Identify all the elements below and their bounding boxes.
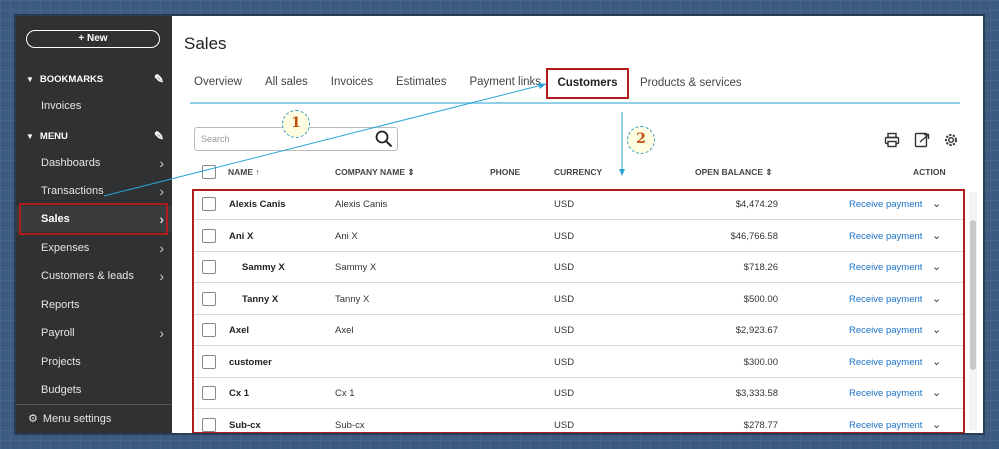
chevron-right-icon: › (159, 155, 164, 171)
pencil-icon[interactable]: ✎ (154, 72, 164, 86)
col-company-name[interactable]: COMPANY NAME ⇕ (335, 167, 415, 178)
sidebar-item-label: Transactions (41, 185, 104, 197)
menu-label: MENU (39, 130, 68, 142)
pencil-icon[interactable]: ✎ (154, 129, 164, 143)
step-2-badge: 2 (627, 126, 655, 154)
sidebar-item-transactions[interactable]: Transactions › (16, 178, 172, 204)
bookmarks-label: BOOKMARKS (39, 73, 104, 85)
sidebar-item-customers-leads[interactable]: Customers & leads › (16, 263, 172, 289)
sidebar-item-invoices[interactable]: Invoices (16, 93, 172, 119)
sidebar-item-payroll[interactable]: Payroll › (16, 320, 172, 346)
sidebar-item-label: Reports (41, 299, 80, 311)
step-1-badge: 1 (282, 110, 310, 138)
sidebar: + New ▼ BOOKMARKS ✎ Invoices ▼ MENU ✎ Da… (16, 16, 172, 433)
app-window: + New ▼ BOOKMARKS ✎ Invoices ▼ MENU ✎ Da… (14, 14, 985, 435)
tab-invoices[interactable]: Invoices (331, 76, 373, 88)
divider (16, 404, 172, 405)
menu-section[interactable]: ▼ MENU ✎ (26, 129, 164, 143)
col-phone: PHONE (490, 167, 521, 177)
select-all-checkbox[interactable] (202, 165, 216, 179)
sidebar-item-dashboards[interactable]: Dashboards › (16, 150, 172, 176)
tab-customers[interactable]: Customers (546, 68, 629, 99)
chevron-right-icon: › (159, 268, 164, 284)
tab-overview[interactable]: Overview (194, 76, 242, 88)
tab-products-services[interactable]: Products & services (640, 77, 742, 89)
scrollbar-thumb[interactable] (970, 220, 976, 370)
bookmarks-section[interactable]: ▼ BOOKMARKS ✎ (26, 72, 164, 86)
tab-payment-links[interactable]: Payment links (469, 76, 541, 88)
sidebar-item-expenses[interactable]: Expenses › (16, 235, 172, 261)
col-open-balance[interactable]: OPEN BALANCE ⇕ (695, 167, 773, 178)
search-icon[interactable] (375, 130, 393, 148)
page-title: Sales (184, 34, 227, 53)
chevron-right-icon: › (159, 325, 164, 341)
sidebar-item-budgets[interactable]: Budgets (16, 377, 172, 403)
menu-settings-label: Menu settings (42, 412, 112, 425)
sidebar-item-reports[interactable]: Reports (16, 292, 172, 318)
chevron-down-icon: ▼ (26, 131, 34, 141)
tab-all-sales[interactable]: All sales (265, 76, 308, 88)
tab-underline (190, 102, 960, 104)
settings-gear-icon[interactable] (943, 132, 959, 148)
sidebar-item-label: Budgets (41, 384, 82, 396)
sidebar-item-label: Payroll (41, 327, 75, 339)
export-icon[interactable] (914, 132, 930, 148)
sidebar-item-label: Dashboards (41, 157, 101, 169)
sidebar-item-label: Customers & leads (41, 270, 134, 282)
sort-icon: ⇕ (407, 167, 415, 177)
chevron-right-icon: › (159, 183, 164, 199)
sort-up-icon: ↑ (255, 167, 260, 177)
col-action: ACTION (913, 167, 946, 177)
rows-highlight-box (192, 189, 965, 433)
table-header: NAME ↑ COMPANY NAME ⇕ PHONE CURRENCY OPE… (194, 161, 964, 185)
gear-icon: ⚙ (28, 413, 38, 425)
col-currency: CURRENCY (554, 167, 603, 177)
new-button[interactable]: + New (26, 30, 160, 48)
sidebar-item-projects[interactable]: Projects (16, 349, 172, 375)
sort-icon: ⇕ (765, 167, 773, 177)
sidebar-item-label: Projects (41, 356, 81, 368)
tab-bar: Overview All sales Invoices Estimates Pa… (194, 76, 564, 88)
main-content: Sales Overview All sales Invoices Estima… (172, 16, 983, 433)
sales-highlight-box (19, 203, 168, 235)
menu-settings-button[interactable]: ⚙ Menu settings (28, 412, 112, 426)
sidebar-item-label: Expenses (41, 242, 90, 254)
print-icon[interactable] (884, 132, 900, 148)
col-name[interactable]: NAME ↑ (228, 167, 260, 177)
scrollbar[interactable] (969, 192, 977, 430)
chevron-down-icon: ▼ (26, 74, 34, 84)
sidebar-item-label: Invoices (41, 100, 82, 112)
tab-estimates[interactable]: Estimates (396, 76, 447, 88)
chevron-right-icon: › (159, 240, 164, 256)
